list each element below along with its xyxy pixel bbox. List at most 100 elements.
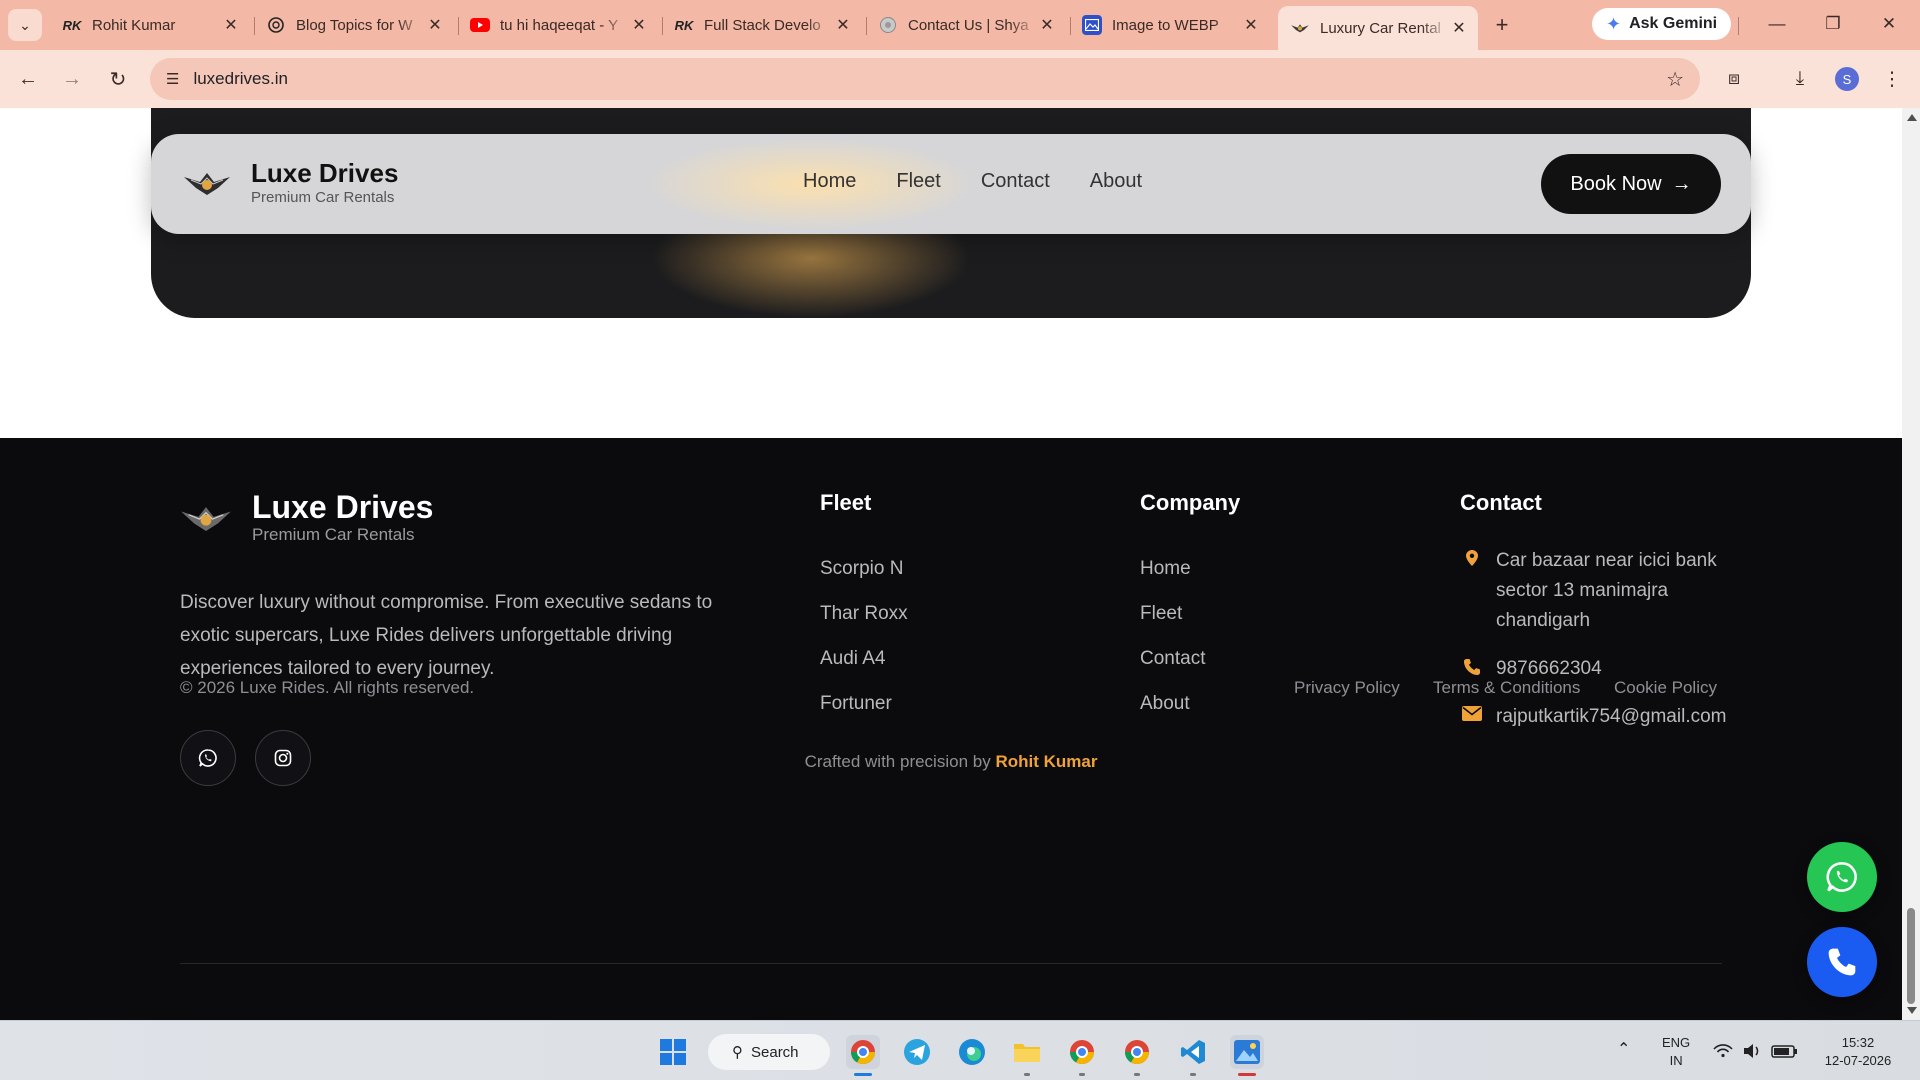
close-window-button[interactable]: ✕ bbox=[1866, 8, 1912, 40]
browser-tab-active[interactable]: Luxury Car Rental ✕ bbox=[1278, 6, 1478, 50]
browser-tab[interactable]: Image to WEBP ✕ bbox=[1070, 8, 1270, 42]
reload-button[interactable]: ↻ bbox=[102, 63, 134, 95]
site-footer: Luxe Drives Premium Car Rentals Discover… bbox=[0, 438, 1902, 1020]
gemini-sparkle-icon: ✦ bbox=[1606, 13, 1622, 34]
scroll-down-arrow-icon[interactable] bbox=[1907, 1007, 1917, 1014]
close-tab-icon[interactable]: ✕ bbox=[630, 15, 648, 35]
contact-email-text: rajputkartik754@gmail.com bbox=[1496, 706, 1727, 727]
tab-search-menu-button[interactable]: ⌄ bbox=[8, 9, 42, 41]
minimize-icon: — bbox=[1768, 14, 1786, 33]
footer-company-heading: Company bbox=[1140, 490, 1241, 515]
footer-link-home[interactable]: Home bbox=[1140, 546, 1240, 591]
plus-icon: + bbox=[1495, 12, 1509, 37]
taskbar-vscode[interactable] bbox=[1176, 1035, 1210, 1069]
footer-brand-name: Luxe Drives bbox=[252, 489, 434, 525]
site-settings-icon[interactable]: ☰ bbox=[166, 70, 179, 88]
profile-initial: S bbox=[1842, 71, 1852, 87]
image-converter-icon bbox=[1082, 15, 1102, 35]
telegram-icon bbox=[904, 1039, 930, 1065]
close-tab-icon[interactable]: ✕ bbox=[1242, 15, 1260, 35]
nav-link-about[interactable]: About bbox=[1090, 170, 1142, 193]
clock-time: 15:32 bbox=[1841, 1035, 1875, 1050]
chrome-icon bbox=[1070, 1040, 1094, 1065]
scrollbar-thumb[interactable] bbox=[1907, 908, 1915, 1004]
luxe-logo-icon bbox=[184, 173, 230, 195]
tab-title: Contact Us | Shya bbox=[908, 16, 1029, 34]
browser-tab[interactable]: RK Rohit Kumar ✕ bbox=[50, 8, 250, 42]
search-icon: ⚲ bbox=[732, 1044, 743, 1061]
nav-link-contact[interactable]: Contact bbox=[981, 170, 1050, 193]
globe-icon bbox=[878, 15, 898, 35]
clock[interactable]: 15:32 12-07-2026 bbox=[1816, 1034, 1900, 1070]
region-code: IN bbox=[1669, 1053, 1683, 1068]
close-tab-icon[interactable]: ✕ bbox=[1450, 18, 1468, 38]
back-button[interactable]: ← bbox=[12, 63, 44, 95]
taskbar-chrome-3[interactable] bbox=[1120, 1035, 1154, 1069]
footer-link-fortuner[interactable]: Fortuner bbox=[820, 681, 908, 726]
footer-link-scorpio-n[interactable]: Scorpio N bbox=[820, 546, 908, 591]
url-text: luxedrives.in bbox=[193, 69, 288, 88]
browser-tab[interactable]: tu hi haqeeqat - Y ✕ bbox=[458, 8, 658, 42]
restore-window-button[interactable]: ❐ bbox=[1810, 8, 1856, 40]
crafted-author-link[interactable]: Rohit Kumar bbox=[995, 752, 1097, 771]
footer-link-about[interactable]: About bbox=[1140, 681, 1240, 726]
close-tab-icon[interactable]: ✕ bbox=[834, 15, 852, 35]
taskbar-chrome-profile[interactable] bbox=[846, 1035, 880, 1069]
luxe-logo-icon bbox=[181, 507, 231, 531]
footer-link-contact[interactable]: Contact bbox=[1140, 636, 1240, 681]
taskbar-telegram[interactable] bbox=[900, 1035, 934, 1069]
privacy-policy-link[interactable]: Privacy Policy bbox=[1294, 678, 1400, 698]
new-tab-button[interactable]: + bbox=[1486, 9, 1518, 41]
browser-menu-button[interactable]: ⋮ bbox=[1876, 63, 1908, 95]
footer-brand[interactable]: Luxe Drives Premium Car Rentals bbox=[180, 490, 433, 546]
brand-name: Luxe Drives bbox=[251, 158, 399, 188]
image-icon bbox=[1234, 1040, 1260, 1064]
taskbar-file-explorer[interactable] bbox=[1010, 1035, 1044, 1069]
footer-link-fleet[interactable]: Fleet bbox=[1140, 591, 1240, 636]
show-hidden-icons-button[interactable]: ⌃ bbox=[1617, 1041, 1630, 1059]
profile-avatar[interactable]: S bbox=[1835, 67, 1859, 91]
terms-conditions-link[interactable]: Terms & Conditions bbox=[1433, 678, 1580, 698]
page-scrollbar[interactable] bbox=[1902, 108, 1920, 1020]
browser-tab[interactable]: RK Full Stack Develo ✕ bbox=[662, 8, 862, 42]
close-tab-icon[interactable]: ✕ bbox=[426, 15, 444, 35]
contact-email[interactable]: rajputkartik754@gmail.com bbox=[1460, 702, 1760, 732]
call-floating-button[interactable] bbox=[1807, 927, 1877, 997]
tab-title: Rohit Kumar bbox=[92, 16, 176, 34]
downloads-button[interactable]: ⤓ bbox=[1784, 63, 1816, 95]
taskbar-photos[interactable] bbox=[1230, 1035, 1264, 1069]
footer-fleet-heading: Fleet bbox=[820, 490, 872, 515]
browser-tab[interactable]: Contact Us | Shya ✕ bbox=[866, 8, 1066, 42]
whatsapp-floating-button[interactable] bbox=[1807, 842, 1877, 912]
footer-link-thar-roxx[interactable]: Thar Roxx bbox=[820, 591, 908, 636]
bookmark-star-icon[interactable]: ☆ bbox=[1666, 67, 1684, 92]
book-now-button[interactable]: Book Now → bbox=[1541, 154, 1721, 214]
minimize-window-button[interactable]: — bbox=[1754, 8, 1800, 40]
chrome-icon bbox=[851, 1040, 875, 1065]
windows-taskbar: ⚲ Search ⌃ ENG IN 15:32 12-07-2026 bbox=[0, 1020, 1920, 1080]
footer-contact-heading: Contact bbox=[1460, 490, 1542, 515]
taskbar-search-box[interactable]: ⚲ Search bbox=[708, 1034, 830, 1070]
system-tray-status[interactable] bbox=[1712, 1041, 1802, 1066]
footer-contact-column: Contact Car bazaar near icici bank secto… bbox=[1460, 490, 1760, 750]
ask-gemini-button[interactable]: ✦ Ask Gemini bbox=[1592, 8, 1732, 40]
forward-button[interactable]: → bbox=[56, 63, 88, 95]
close-tab-icon[interactable]: ✕ bbox=[222, 15, 240, 35]
cookie-policy-link[interactable]: Cookie Policy bbox=[1614, 678, 1717, 698]
book-now-label: Book Now bbox=[1570, 172, 1662, 195]
close-tab-icon[interactable]: ✕ bbox=[1038, 15, 1056, 35]
nav-link-fleet[interactable]: Fleet bbox=[896, 170, 940, 193]
address-bar[interactable]: ☰ luxedrives.in ☆ bbox=[150, 58, 1700, 100]
taskbar-chrome-2[interactable] bbox=[1065, 1035, 1099, 1069]
footer-link-audi-a4[interactable]: Audi A4 bbox=[820, 636, 908, 681]
extensions-button[interactable]: ⧈ bbox=[1718, 63, 1750, 95]
taskbar-edge[interactable] bbox=[955, 1035, 989, 1069]
language-indicator[interactable]: ENG IN bbox=[1662, 1034, 1690, 1070]
wifi-icon bbox=[1713, 1044, 1733, 1058]
browser-tab[interactable]: Blog Topics for W ✕ bbox=[254, 8, 454, 42]
scroll-up-arrow-icon[interactable] bbox=[1907, 114, 1917, 121]
windows-start-button[interactable] bbox=[656, 1035, 690, 1069]
restore-icon: ❐ bbox=[1825, 14, 1841, 33]
nav-link-home[interactable]: Home bbox=[803, 170, 856, 193]
navbar-brand[interactable]: Luxe Drives Premium Car Rentals bbox=[183, 158, 398, 208]
